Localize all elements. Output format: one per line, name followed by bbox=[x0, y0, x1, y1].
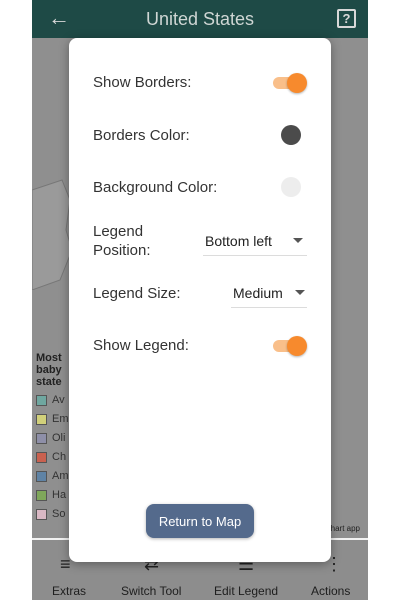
borders-color-row: Borders Color: bbox=[93, 125, 307, 145]
legend-item-label: Ha bbox=[52, 489, 67, 501]
chevron-down-icon bbox=[293, 238, 303, 243]
legend-swatch bbox=[36, 413, 47, 425]
tab-edit-legend[interactable]: Edit Legend bbox=[214, 584, 278, 598]
legend-item-label: Av bbox=[52, 394, 65, 406]
top-bar: ← United States ? bbox=[32, 0, 368, 38]
borders-color-swatch[interactable] bbox=[281, 125, 301, 145]
legend-size-value: Medium bbox=[233, 284, 283, 301]
legend-item-label: Am bbox=[52, 470, 69, 482]
tab-extras[interactable]: Extras bbox=[52, 584, 86, 598]
legend-position-label-line1: Legend bbox=[93, 223, 144, 240]
borders-color-label: Borders Color: bbox=[93, 126, 190, 144]
legend-swatch bbox=[36, 451, 47, 463]
legend-position-row: Legend Position: Bottom left bbox=[93, 222, 307, 260]
tab-actions[interactable]: Actions bbox=[311, 584, 350, 598]
show-legend-row: Show Legend: bbox=[93, 335, 307, 356]
legend-item-label: Em bbox=[52, 413, 69, 425]
legend-size-dropdown[interactable]: Medium bbox=[231, 278, 307, 308]
legend-position-label-line2: Position: bbox=[93, 242, 151, 259]
legend-swatch bbox=[36, 394, 47, 406]
legend-swatch bbox=[36, 470, 47, 482]
show-legend-toggle[interactable] bbox=[271, 335, 307, 356]
chevron-down-icon bbox=[294, 290, 305, 295]
show-borders-toggle[interactable] bbox=[271, 72, 307, 93]
credit-text: chart app bbox=[326, 524, 360, 533]
page-title: United States bbox=[145, 8, 255, 29]
background-color-swatch[interactable] bbox=[281, 177, 301, 197]
show-borders-row: Show Borders: bbox=[93, 72, 307, 93]
toggle-knob bbox=[287, 336, 307, 356]
help-square-icon[interactable]: ? bbox=[337, 9, 356, 28]
legend-swatch bbox=[36, 432, 47, 444]
background-color-label: Background Color: bbox=[93, 178, 218, 196]
show-borders-label: Show Borders: bbox=[93, 73, 192, 91]
legend-position-label: Legend Position: bbox=[93, 222, 151, 260]
map-settings-dialog: Show Borders: Borders Color: Background … bbox=[69, 38, 331, 562]
legend-item-label: So bbox=[52, 508, 66, 520]
toggle-knob bbox=[287, 73, 307, 93]
legend-position-dropdown[interactable]: Bottom left bbox=[203, 226, 307, 256]
background-color-row: Background Color: bbox=[93, 177, 307, 197]
legend-swatch bbox=[36, 508, 47, 520]
legend-swatch bbox=[36, 489, 47, 501]
show-legend-label: Show Legend: bbox=[93, 336, 189, 354]
legend-item-label: Oli bbox=[52, 432, 66, 444]
return-to-map-button[interactable]: Return to Map bbox=[146, 504, 254, 538]
legend-position-value: Bottom left bbox=[205, 232, 272, 249]
arrow-left-icon[interactable]: ← bbox=[48, 6, 70, 30]
legend-size-row: Legend Size: Medium bbox=[93, 278, 307, 308]
legend-size-label: Legend Size: bbox=[93, 284, 181, 302]
tab-switch-tool[interactable]: Switch Tool bbox=[121, 584, 181, 598]
